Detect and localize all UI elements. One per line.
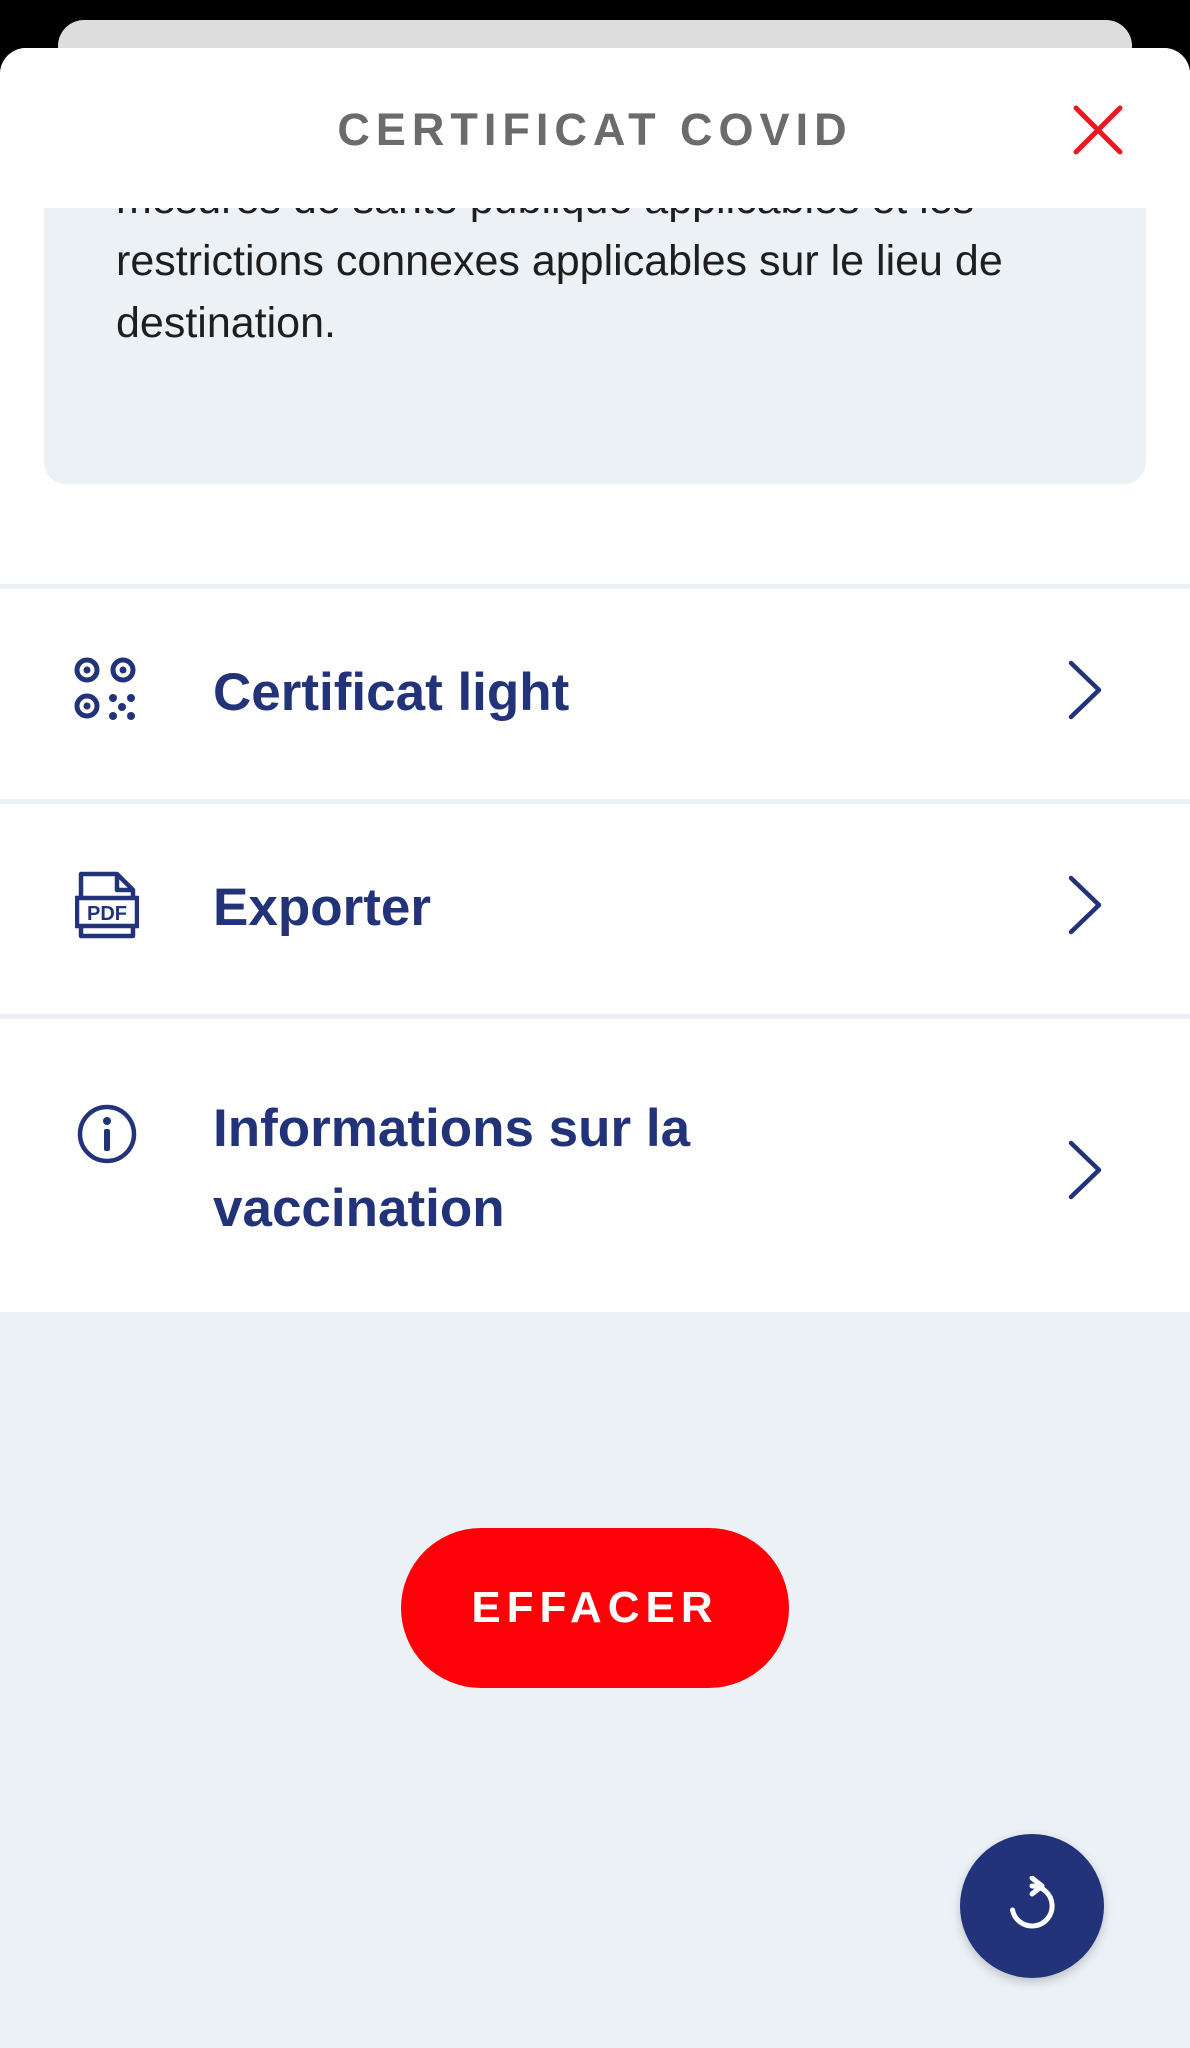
svg-text:PDF: PDF <box>87 903 127 925</box>
menu-item-label: Informations sur la vaccination <box>213 1099 691 1238</box>
menu-item-certificat-light[interactable]: Certificat light <box>0 584 1190 799</box>
certificate-sheet: CERTIFICAT COVID mesures de santé publiq… <box>0 48 1190 2048</box>
content-scroll-area[interactable]: mesures de santé publique applicables et… <box>0 208 1190 1312</box>
refresh-icon <box>1010 1876 1055 1929</box>
refresh-button[interactable] <box>960 1834 1104 1978</box>
chevron-right-icon <box>1060 1135 1110 1205</box>
pdf-file-icon: PDF <box>72 870 142 940</box>
close-icon <box>1073 105 1123 155</box>
chevron-right-icon <box>1060 870 1110 940</box>
info-text: mesures de santé publique applicables et… <box>116 208 1003 347</box>
chevron-right-icon <box>1060 655 1110 725</box>
menu-item-exporter[interactable]: PDF Exporter <box>0 799 1190 1014</box>
menu-item-label: Exporter <box>213 878 431 937</box>
delete-button[interactable]: EFFACER <box>401 1528 789 1688</box>
sheet-header: CERTIFICAT COVID <box>0 48 1190 208</box>
menu-item-informations-vaccination[interactable]: Informations sur la vaccination <box>0 1014 1190 1312</box>
info-circle-icon <box>72 1099 142 1169</box>
page-title: CERTIFICAT COVID <box>337 104 853 155</box>
menu-item-label: Certificat light <box>213 663 570 722</box>
qr-code-icon <box>72 655 142 725</box>
close-button[interactable] <box>1068 100 1128 160</box>
info-card: mesures de santé publique applicables et… <box>44 208 1146 484</box>
